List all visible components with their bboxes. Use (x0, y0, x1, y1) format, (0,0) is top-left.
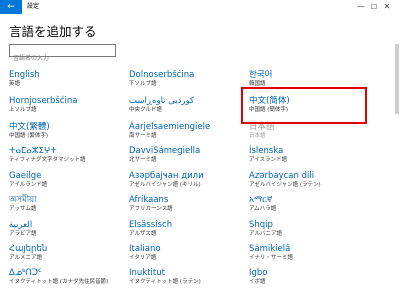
language-japanese-name: アラビア語 (9, 231, 37, 237)
scrollbar[interactable] (395, 44, 399, 114)
language-name: Igbo (249, 268, 268, 278)
language-name: 한국어 (249, 70, 273, 80)
language-name: ᐃᓄᒃᑎᑐᑦ (9, 268, 42, 278)
language-japanese-name: アゼルバイジャン語 (キリル) (129, 182, 201, 188)
language-item: 日本語 日本語 (249, 122, 367, 144)
language-item[interactable]: Áarjelsaemiengiele 南サーミ語 (129, 122, 247, 144)
language-japanese-name: アゼルバイジャン語 (ラテン) (249, 182, 321, 188)
language-item[interactable]: Shqip アルバニア語 (249, 220, 367, 242)
language-item[interactable]: Inuktitut イヌクティトット語 (ラテン) (129, 268, 247, 290)
language-japanese-name: イヌクティトット語 (カナダ先住民音節) (9, 279, 109, 285)
language-name: ⵜⴰⵎⴰⵣⵉⵖⵜ (9, 146, 57, 156)
language-item[interactable]: Azərbaycan dili アゼルバイジャン語 (ラテン) (249, 171, 367, 193)
language-japanese-name: ティフィナグ文字タマジット語 (9, 157, 86, 163)
language-japanese-name: 南サーミ語 (129, 133, 157, 139)
language-japanese-name: イヌクティトット語 (ラテン) (129, 279, 201, 285)
language-item[interactable]: অসমীয়া アッサム語 (9, 195, 127, 217)
language-name: العربية (9, 220, 33, 230)
language-item[interactable]: Հայերեն アルメニア語 (9, 244, 127, 266)
language-name: Italiano (129, 244, 161, 254)
language-item[interactable]: DavviSámegiella 北サーミ語 (129, 146, 247, 168)
language-name: Gaeilge (9, 171, 42, 181)
language-name: Inuktitut (129, 268, 165, 278)
language-name: অসমীয়া (9, 195, 37, 205)
language-japanese-name: 英語 (9, 81, 21, 87)
language-item[interactable]: Hornjoserbšćina 上ソルブ語 (9, 96, 127, 118)
language-name: Sámikielâ (249, 244, 291, 254)
language-item[interactable]: Afrikaans アフリカーンス語 (129, 195, 247, 217)
language-item[interactable]: Gaeilge アイルランド語 (9, 171, 127, 193)
language-japanese-name: 北サーミ語 (129, 157, 157, 163)
language-name: Dolnoserbšćina (129, 70, 195, 80)
language-japanese-name: アムハラ語 (249, 206, 277, 212)
language-item[interactable]: Italiano イタリア語 (129, 244, 247, 266)
language-japanese-name: 下ソルブ語 (129, 81, 157, 87)
language-item[interactable]: ᐃᓄᒃᑎᑐᑦ イヌクティトット語 (カナダ先住民音節) (9, 268, 127, 290)
language-item[interactable]: Íslenska アイスランド語 (249, 146, 367, 168)
language-japanese-name: 日本語 (249, 133, 266, 139)
language-japanese-name: イナリ・サーミ語 (249, 255, 293, 261)
language-item[interactable]: ⵜⴰⵎⴰⵣⵉⵖⵜ ティフィナグ文字タマジット語 (9, 146, 127, 168)
language-japanese-name: アルメニア語 (9, 255, 42, 261)
language-japanese-name: アルザス語 (129, 231, 157, 237)
language-item[interactable]: Sámikielâ イナリ・サーミ語 (249, 244, 367, 266)
language-name: Shqip (249, 220, 273, 230)
language-japanese-name: 中国語 (繁体字) (9, 133, 49, 139)
language-japanese-name: イタリア語 (129, 255, 157, 261)
language-item[interactable]: Dolnoserbšćina 下ソルブ語 (129, 70, 247, 92)
language-item[interactable]: አማርኛ アムハラ語 (249, 195, 367, 217)
language-japanese-name: 中央クルド語 (129, 107, 162, 113)
language-name: 中文(繁體) (9, 122, 50, 132)
language-japanese-name: アッサム語 (9, 206, 37, 212)
language-grid: English 英語 Dolnoserbšćina 下ソルブ語 한국어 韓国語 Hornjo… (0, 0, 400, 303)
language-name: Elsässisch (129, 220, 173, 230)
language-item[interactable]: العربية アラビア語 (9, 220, 127, 242)
language-japanese-name: 上ソルブ語 (9, 107, 37, 113)
language-name: DavviSámegiella (129, 146, 201, 156)
language-name: English (9, 70, 40, 80)
language-japanese-name: アルバニア語 (249, 231, 282, 237)
language-item[interactable]: Elsässisch アルザス語 (129, 220, 247, 242)
language-item[interactable]: English 英語 (9, 70, 127, 92)
language-japanese-name: アイスランド語 (249, 157, 288, 163)
language-name: አማርኛ (249, 195, 273, 205)
language-item[interactable]: 中文(繁體) 中国語 (繁体字) (9, 122, 127, 144)
language-name: Íslenska (249, 146, 284, 156)
language-japanese-name: アイルランド語 (9, 182, 48, 188)
language-japanese-name: アフリカーンス語 (129, 206, 173, 212)
language-name: Áarjelsaemiengiele (129, 122, 211, 132)
language-name: Hornjoserbšćina (9, 96, 78, 106)
language-japanese-name: イボ語 (249, 279, 266, 285)
language-name: Հայերեն (9, 244, 48, 254)
language-item[interactable]: Азәрбајҹан дили アゼルバイジャン語 (キリル) (129, 171, 247, 193)
language-item[interactable]: Igbo イボ語 (249, 268, 367, 290)
language-name: Afrikaans (129, 195, 169, 205)
language-name: کوردیی ناوەڕاست (129, 96, 195, 106)
language-name: Azərbaycan dili (249, 171, 315, 181)
language-name: Азәрбајҹан дили (129, 171, 204, 181)
language-item[interactable]: کوردیی ناوەڕاست 中央クルド語 (129, 96, 247, 118)
selection-highlight (241, 87, 367, 124)
